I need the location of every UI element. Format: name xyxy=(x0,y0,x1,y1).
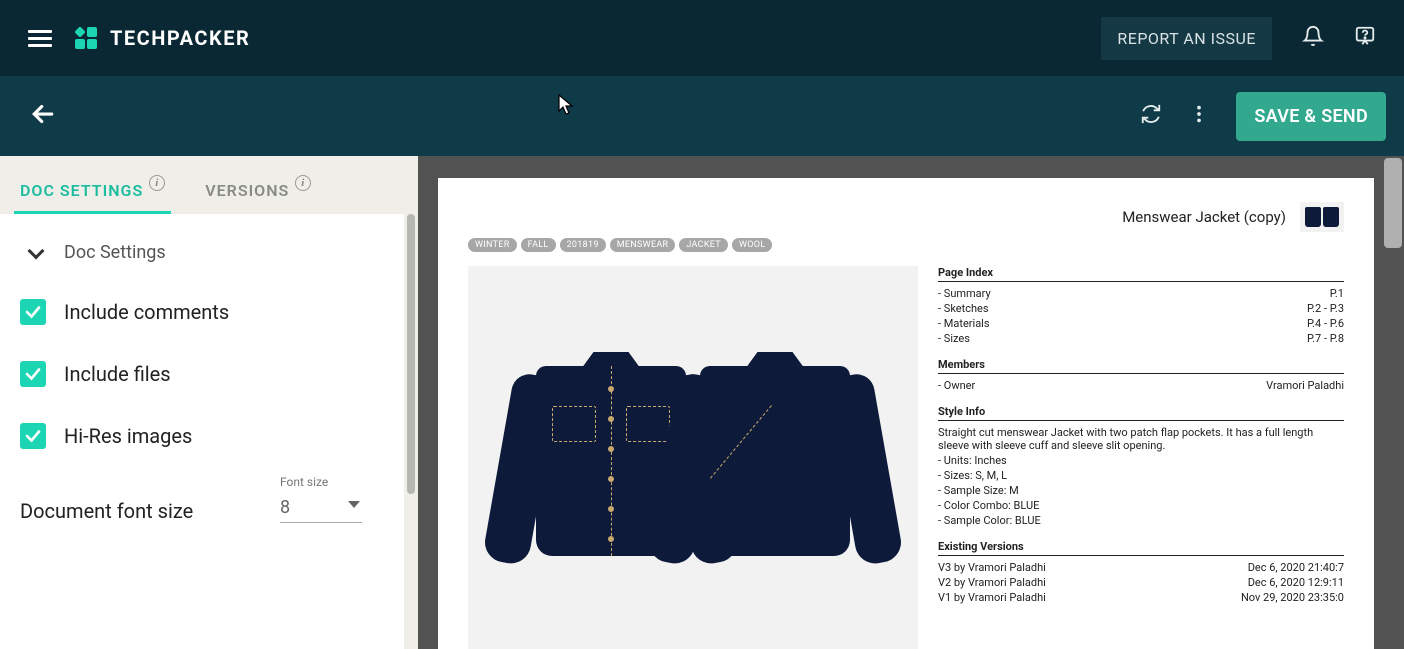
style-info-line: Color Combo: BLUE xyxy=(938,498,1344,513)
brand-logo[interactable]: TECHPACKER xyxy=(72,24,250,52)
page-index-row: SizesP.7 - P.8 xyxy=(938,331,1344,346)
back-arrow-icon[interactable] xyxy=(28,99,58,133)
tab-label: VERSIONS xyxy=(205,181,289,200)
document-page: Menswear Jacket (copy) WINTER FALL 201819 M… xyxy=(438,178,1374,649)
tag-pill: 201819 xyxy=(560,238,606,252)
info-icon[interactable]: i xyxy=(295,175,311,191)
sidebar-scrollbar[interactable] xyxy=(404,214,418,649)
style-description: Straight cut menswear Jacket with two pa… xyxy=(938,425,1344,453)
logo-mark-icon xyxy=(72,24,100,52)
version-row: V2 by Vramori PaladhiDec 6, 2020 12:9:11 xyxy=(938,575,1344,590)
field-caption: Font size xyxy=(280,475,328,489)
top-bar: TECHPACKER REPORT AN ISSUE xyxy=(0,0,1404,76)
document-thumbnail-icon xyxy=(1300,202,1344,232)
page-index-row: MaterialsP.4 - P.6 xyxy=(938,316,1344,331)
style-info-header: Style Info xyxy=(938,405,1344,421)
option-label: Hi-Res images xyxy=(64,424,192,448)
option-label: Include comments xyxy=(64,300,229,324)
font-size-select[interactable]: Font size 8 xyxy=(280,497,362,523)
tag-pill: JACKET xyxy=(679,238,728,252)
checkbox-checked-icon[interactable] xyxy=(20,423,46,449)
hamburger-menu-icon[interactable] xyxy=(28,26,52,51)
settings-sidebar: DOC SETTINGS i VERSIONS i Doc Settings I… xyxy=(0,156,418,649)
members-header: Members xyxy=(938,358,1344,374)
version-row: V3 by Vramori PaladhiDec 6, 2020 21:40:7 xyxy=(938,560,1344,575)
section-title: Doc Settings xyxy=(64,242,166,263)
sync-icon[interactable] xyxy=(1140,103,1162,129)
option-include-files[interactable]: Include files xyxy=(20,343,398,405)
member-row: - OwnerVramori Paladhi xyxy=(938,378,1344,393)
tag-pill: WINTER xyxy=(468,238,517,252)
doc-settings-section-header[interactable]: Doc Settings xyxy=(20,234,398,281)
jacket-back-icon xyxy=(700,366,850,556)
page-index-row: SummaryP.1 xyxy=(938,286,1344,301)
style-info-line: Sample Color: BLUE xyxy=(938,513,1344,528)
versions-header: Existing Versions xyxy=(938,540,1344,556)
sidebar-tabs: DOC SETTINGS i VERSIONS i xyxy=(0,156,418,214)
tag-pill: FALL xyxy=(521,238,556,252)
option-hires-images[interactable]: Hi-Res images xyxy=(20,405,398,467)
style-info-line: Units: Inches xyxy=(938,453,1344,468)
option-label: Include files xyxy=(64,362,171,386)
version-row: V1 by Vramori PaladhiNov 29, 2020 23:35:… xyxy=(938,590,1344,605)
more-vertical-icon[interactable] xyxy=(1188,103,1210,129)
document-metadata: Page Index SummaryP.1SketchesP.2 - P.3Ma… xyxy=(938,266,1344,605)
sketch-image xyxy=(468,266,918,649)
help-chat-icon[interactable] xyxy=(1354,25,1376,51)
tab-label: DOC SETTINGS xyxy=(20,181,143,200)
tab-versions[interactable]: VERSIONS i xyxy=(185,165,331,214)
page-index-header: Page Index xyxy=(938,266,1344,282)
action-bar: SAVE & SEND xyxy=(0,76,1404,156)
notifications-bell-icon[interactable] xyxy=(1302,25,1324,51)
chevron-down-icon xyxy=(28,242,45,259)
style-info-line: Sizes: S, M, L xyxy=(938,468,1344,483)
tab-doc-settings[interactable]: DOC SETTINGS i xyxy=(0,165,185,214)
checkbox-checked-icon[interactable] xyxy=(20,299,46,325)
style-info-line: Sample Size: M xyxy=(938,483,1344,498)
document-title: Menswear Jacket (copy) xyxy=(1122,208,1286,226)
page-index-row: SketchesP.2 - P.3 xyxy=(938,301,1344,316)
brand-name: TECHPACKER xyxy=(110,26,250,50)
info-icon[interactable]: i xyxy=(149,175,165,191)
checkbox-checked-icon[interactable] xyxy=(20,361,46,387)
document-preview-area: Menswear Jacket (copy) WINTER FALL 201819 M… xyxy=(418,156,1404,649)
report-issue-button[interactable]: REPORT AN ISSUE xyxy=(1101,17,1272,60)
tag-pill: WOOL xyxy=(732,238,772,252)
preview-scrollbar[interactable] xyxy=(1384,158,1402,248)
option-include-comments[interactable]: Include comments xyxy=(20,281,398,343)
caret-down-icon xyxy=(348,501,360,508)
font-size-value: 8 xyxy=(280,497,290,518)
tag-pill: MENSWEAR xyxy=(610,238,676,252)
save-and-send-button[interactable]: SAVE & SEND xyxy=(1236,92,1386,141)
font-size-label: Document font size xyxy=(20,499,193,523)
document-tags: WINTER FALL 201819 MENSWEARJACKET WOOL xyxy=(468,238,1344,252)
